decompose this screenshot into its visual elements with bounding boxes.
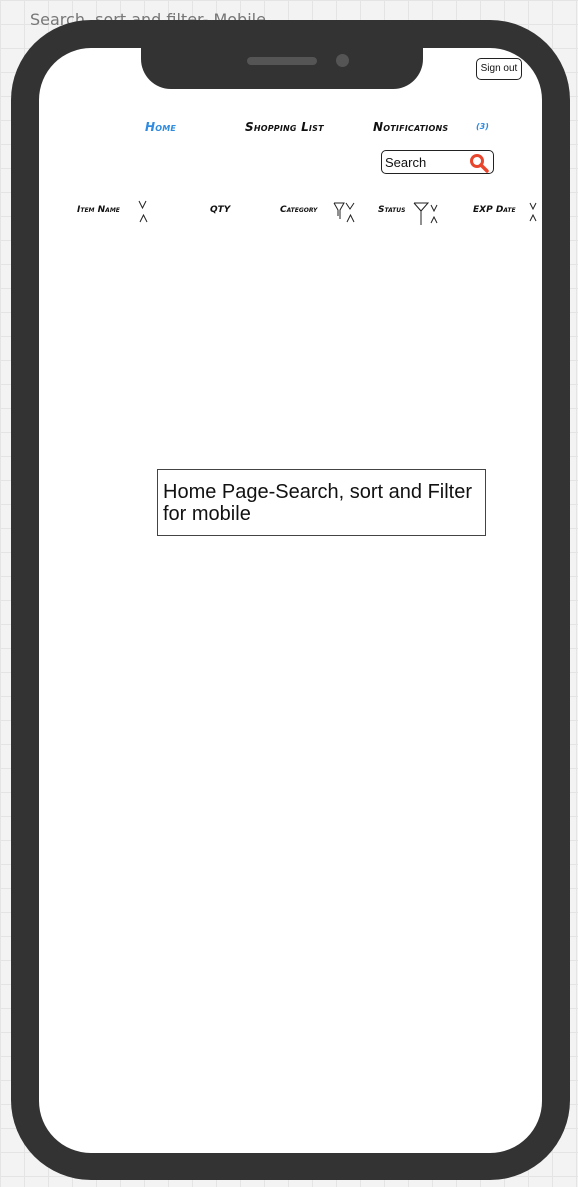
column-header-category[interactable]: Category: [280, 205, 317, 215]
sort-up-icon[interactable]: [139, 214, 148, 223]
annotation-note: Home Page-Search, sort and Filter for mo…: [157, 469, 486, 536]
column-header-item-name[interactable]: Item Name: [77, 205, 120, 215]
sort-up-icon[interactable]: [430, 216, 438, 224]
column-header-qty: QTY: [210, 205, 231, 215]
phone-notch: [141, 20, 423, 89]
sign-out-button[interactable]: Sign out: [476, 58, 522, 80]
search-bar: [381, 150, 494, 174]
nav-home[interactable]: Home: [145, 120, 176, 134]
nav-notifications[interactable]: Notifications: [373, 120, 448, 134]
speaker-icon: [247, 57, 317, 65]
sort-down-icon[interactable]: [430, 204, 438, 212]
search-input[interactable]: [385, 153, 463, 171]
column-header-status[interactable]: Status: [378, 205, 405, 215]
camera-icon: [336, 54, 349, 67]
filter-icon[interactable]: [333, 202, 345, 220]
sort-up-icon[interactable]: [346, 214, 355, 223]
search-icon[interactable]: [468, 153, 490, 173]
sort-down-icon[interactable]: [529, 202, 537, 210]
nav-shopping-list[interactable]: Shopping List: [245, 120, 324, 134]
column-header-exp-date[interactable]: EXP Date: [473, 205, 516, 215]
filter-icon[interactable]: [413, 202, 429, 226]
notifications-count-badge: (3): [476, 122, 489, 131]
phone-frame: [11, 20, 570, 1180]
sort-up-icon[interactable]: [529, 214, 537, 222]
sort-down-icon[interactable]: [138, 200, 147, 209]
sort-down-icon[interactable]: [345, 202, 355, 210]
